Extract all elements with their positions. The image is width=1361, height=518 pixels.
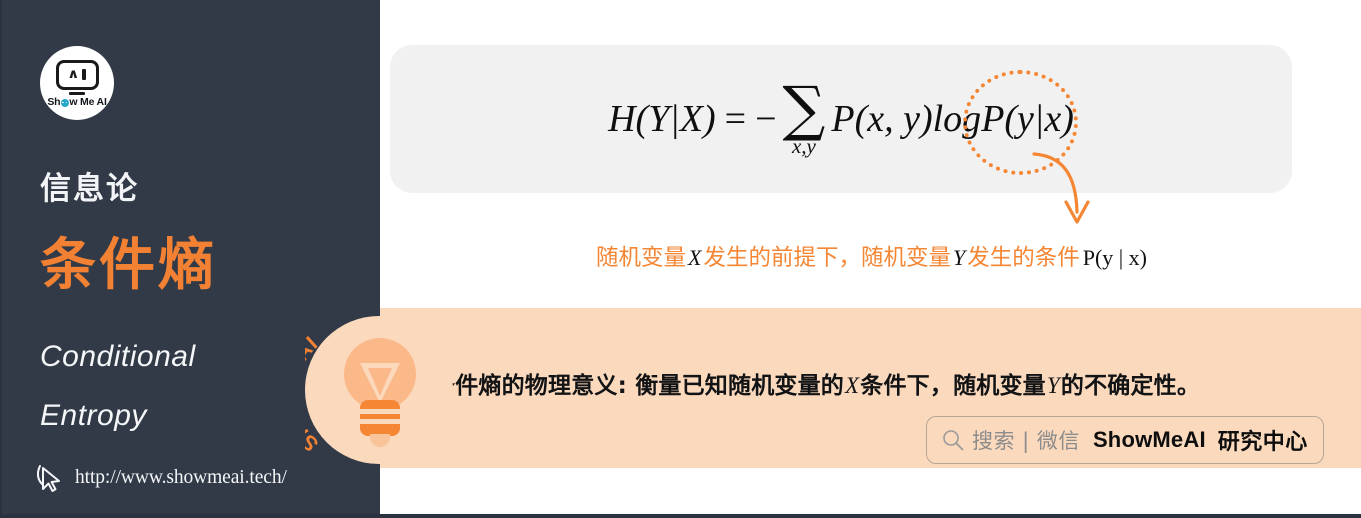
page-title: 条件熵 [40, 233, 217, 298]
logo-text-before: Sh [47, 96, 61, 109]
bar-glyph [82, 69, 87, 81]
subject-label: 信息论 [40, 171, 139, 207]
english-title-line1: Conditional [40, 340, 196, 373]
banner-part3: 的不确定性。 [1060, 373, 1201, 399]
summation-subscript: x,y [791, 133, 816, 158]
caption-part1: 随机变量 [595, 245, 686, 271]
caption-var-y: Y [952, 245, 966, 270]
banner-text: 条件熵的物理意义: 衡量已知随机变量的X条件下，随机变量Y的不确定性。 [432, 366, 1200, 400]
search-placeholder: 搜索 | 微信 [972, 429, 1080, 453]
search-icon [943, 430, 964, 451]
search-brand-cn: 研究中心 [1217, 430, 1308, 455]
bulb-filament-inner [368, 368, 392, 396]
sidebar: ∧ Sh w Me AI 信息论 条件熵 Conditional Entropy … [2, 0, 380, 514]
search-brand: ShowMeAI [1092, 427, 1206, 452]
banner-var-x: X [845, 373, 860, 398]
summation-operator: ∑ x,y [782, 74, 826, 158]
bulb-ridge-2 [358, 419, 402, 424]
english-title-line2: Entropy [40, 399, 147, 432]
formula-panel: H(Y|X) = − ∑ x,y P(x, y) log P(y|x) [390, 45, 1292, 193]
meaning-banner: 条件熵的物理意义: 衡量已知随机变量的X条件下，随机变量Y的不确定性。 搜索 |… [380, 308, 1361, 468]
logo-eye-icon [60, 99, 69, 108]
showmeai-logo: ∧ Sh w Me AI [40, 46, 114, 120]
bulb-tip [370, 434, 390, 447]
website-url-row[interactable]: http://www.showmeai.tech/ [36, 463, 287, 493]
caption-probability: P(y | x) [1082, 245, 1148, 270]
cursor-click-icon [36, 465, 60, 492]
banner-part1: 条件熵的物理意义: 衡量已知随机变量的 [432, 373, 845, 399]
formula-caption: 随机变量X发生的前提下，随机变量Y发生的条件 P(y | x) [380, 240, 1361, 272]
main-content: H(Y|X) = − ∑ x,y P(x, y) log P(y|x) 随机变量… [380, 0, 1361, 514]
caption-var-x: X [687, 245, 702, 270]
logo-wordmark: Sh w Me AI [47, 96, 107, 109]
caption-part2: 发生的前提下，随机变量 [703, 245, 951, 271]
banner-var-y: Y [1046, 373, 1060, 398]
lightbulb-badge: ShowMeAI [305, 316, 453, 464]
slide-canvas: ∧ Sh w Me AI 信息论 条件熵 Conditional Entropy … [0, 0, 1361, 518]
website-url[interactable]: http://www.showmeai.tech/ [75, 467, 287, 489]
wechat-search-pill[interactable]: 搜索 | 微信 ShowMeAI 研究中心 [926, 416, 1324, 464]
bulb-base [360, 400, 400, 436]
formula-term-joint: P(x, y) [831, 98, 933, 140]
formula-minus: − [755, 98, 777, 140]
banner-part2: 条件下，随机变量 [860, 373, 1046, 399]
caption-part3: 发生的条件 [967, 245, 1080, 271]
formula-lhs: H(Y|X) [608, 98, 716, 140]
sigma-icon: ∑ [782, 74, 826, 145]
bulb-ridge-1 [358, 409, 402, 414]
logo-neck [69, 92, 85, 96]
conditional-entropy-formula: H(Y|X) = − ∑ x,y P(x, y) log P(y|x) [390, 45, 1292, 193]
annotation-arrow-icon [1032, 152, 1090, 224]
logo-text-after: w Me AI [69, 96, 107, 109]
robot-face-icon: ∧ [55, 59, 99, 90]
formula-equals: = [724, 98, 747, 140]
caret-glyph: ∧ [66, 67, 80, 83]
